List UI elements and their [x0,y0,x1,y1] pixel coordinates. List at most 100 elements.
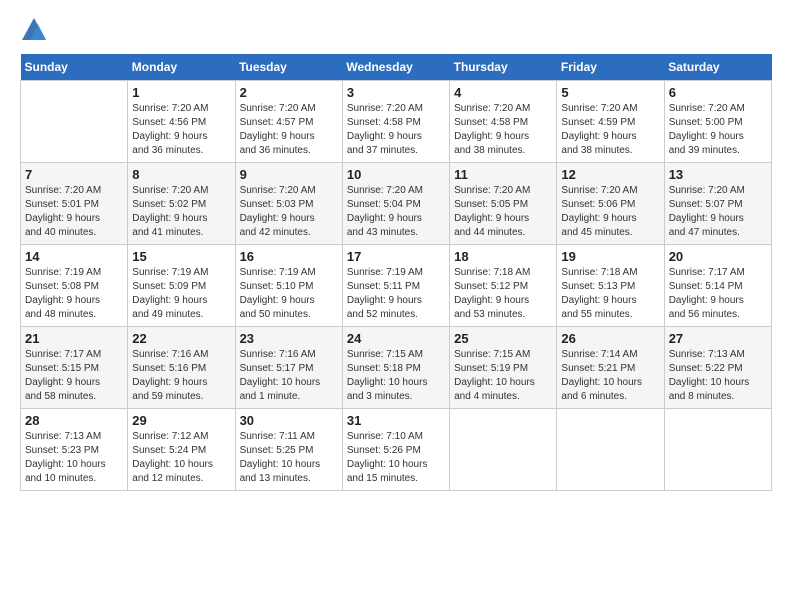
calendar-cell: 6 Sunrise: 7:20 AM Sunset: 5:00 PM Daylig… [664,81,771,163]
calendar-week-row: 14 Sunrise: 7:19 AM Sunset: 5:08 PM Dayli… [21,245,772,327]
day-number: 10 [347,167,445,182]
weekday-header-cell: Saturday [664,54,771,81]
day-number: 2 [240,85,338,100]
logo [20,16,52,44]
day-number: 25 [454,331,552,346]
calendar-table: SundayMondayTuesdayWednesdayThursdayFrid… [20,54,772,491]
day-info: Sunrise: 7:13 AM Sunset: 5:22 PM Dayligh… [669,348,767,404]
day-number: 18 [454,249,552,264]
day-number: 12 [561,167,659,182]
day-info: Sunrise: 7:20 AM Sunset: 5:02 PM Dayligh… [132,184,230,240]
day-info: Sunrise: 7:20 AM Sunset: 5:03 PM Dayligh… [240,184,338,240]
day-number: 21 [25,331,123,346]
calendar-cell: 29 Sunrise: 7:12 AM Sunset: 5:24 PM Dayli… [128,409,235,491]
day-number: 14 [25,249,123,264]
day-number: 27 [669,331,767,346]
day-number: 29 [132,413,230,428]
header [20,16,772,44]
day-number: 22 [132,331,230,346]
day-info: Sunrise: 7:19 AM Sunset: 5:10 PM Dayligh… [240,266,338,322]
calendar-cell: 22Sunrise: 7:16 AM Sunset: 5:16 PM Dayli… [128,327,235,409]
logo-icon [20,16,48,44]
calendar-cell: 7Sunrise: 7:20 AM Sunset: 5:01 PM Daylig… [21,163,128,245]
calendar-cell: 3 Sunrise: 7:20 AM Sunset: 4:58 PM Daylig… [342,81,449,163]
calendar-cell: 13 Sunrise: 7:20 AM Sunset: 5:07 PM Dayli… [664,163,771,245]
day-number: 9 [240,167,338,182]
day-info: Sunrise: 7:12 AM Sunset: 5:24 PM Dayligh… [132,430,230,486]
calendar-week-row: 28 Sunrise: 7:13 AM Sunset: 5:23 PM Dayli… [21,409,772,491]
day-info: Sunrise: 7:16 AM Sunset: 5:17 PM Dayligh… [240,348,338,404]
calendar-cell [557,409,664,491]
day-number: 13 [669,167,767,182]
calendar-cell: 12Sunrise: 7:20 AM Sunset: 5:06 PM Dayli… [557,163,664,245]
day-info: Sunrise: 7:15 AM Sunset: 5:19 PM Dayligh… [454,348,552,404]
calendar-week-row: 7Sunrise: 7:20 AM Sunset: 5:01 PM Daylig… [21,163,772,245]
day-number: 5 [561,85,659,100]
calendar-body: 1Sunrise: 7:20 AM Sunset: 4:56 PM Daylig… [21,81,772,491]
calendar-cell: 9 Sunrise: 7:20 AM Sunset: 5:03 PM Daylig… [235,163,342,245]
day-info: Sunrise: 7:20 AM Sunset: 4:58 PM Dayligh… [347,102,445,158]
day-info: Sunrise: 7:10 AM Sunset: 5:26 PM Dayligh… [347,430,445,486]
day-info: Sunrise: 7:20 AM Sunset: 4:59 PM Dayligh… [561,102,659,158]
day-info: Sunrise: 7:17 AM Sunset: 5:15 PM Dayligh… [25,348,123,404]
calendar-cell: 4 Sunrise: 7:20 AM Sunset: 4:58 PM Daylig… [450,81,557,163]
calendar-cell: 19 Sunrise: 7:18 AM Sunset: 5:13 PM Dayli… [557,245,664,327]
calendar-week-row: 21 Sunrise: 7:17 AM Sunset: 5:15 PM Dayli… [21,327,772,409]
calendar-cell: 11 Sunrise: 7:20 AM Sunset: 5:05 PM Dayli… [450,163,557,245]
calendar-cell: 18 Sunrise: 7:18 AM Sunset: 5:12 PM Dayli… [450,245,557,327]
weekday-header-cell: Wednesday [342,54,449,81]
calendar-cell: 16 Sunrise: 7:19 AM Sunset: 5:10 PM Dayli… [235,245,342,327]
day-number: 4 [454,85,552,100]
calendar-cell: 5 Sunrise: 7:20 AM Sunset: 4:59 PM Daylig… [557,81,664,163]
day-info: Sunrise: 7:13 AM Sunset: 5:23 PM Dayligh… [25,430,123,486]
weekday-header-cell: Thursday [450,54,557,81]
calendar-week-row: 1Sunrise: 7:20 AM Sunset: 4:56 PM Daylig… [21,81,772,163]
calendar-cell: 2 Sunrise: 7:20 AM Sunset: 4:57 PM Daylig… [235,81,342,163]
day-info: Sunrise: 7:19 AM Sunset: 5:08 PM Dayligh… [25,266,123,322]
calendar-cell: 28 Sunrise: 7:13 AM Sunset: 5:23 PM Dayli… [21,409,128,491]
weekday-header-cell: Tuesday [235,54,342,81]
day-info: Sunrise: 7:19 AM Sunset: 5:11 PM Dayligh… [347,266,445,322]
day-number: 20 [669,249,767,264]
calendar-cell: 20 Sunrise: 7:17 AM Sunset: 5:14 PM Dayli… [664,245,771,327]
weekday-header-cell: Monday [128,54,235,81]
day-info: Sunrise: 7:18 AM Sunset: 5:12 PM Dayligh… [454,266,552,322]
day-info: Sunrise: 7:18 AM Sunset: 5:13 PM Dayligh… [561,266,659,322]
calendar-cell: 30 Sunrise: 7:11 AM Sunset: 5:25 PM Dayli… [235,409,342,491]
day-number: 8 [132,167,230,182]
day-info: Sunrise: 7:20 AM Sunset: 5:04 PM Dayligh… [347,184,445,240]
calendar-cell: 8 Sunrise: 7:20 AM Sunset: 5:02 PM Daylig… [128,163,235,245]
day-info: Sunrise: 7:11 AM Sunset: 5:25 PM Dayligh… [240,430,338,486]
day-info: Sunrise: 7:20 AM Sunset: 5:07 PM Dayligh… [669,184,767,240]
day-number: 11 [454,167,552,182]
calendar-cell: 14 Sunrise: 7:19 AM Sunset: 5:08 PM Dayli… [21,245,128,327]
day-info: Sunrise: 7:20 AM Sunset: 5:00 PM Dayligh… [669,102,767,158]
day-number: 26 [561,331,659,346]
day-info: Sunrise: 7:20 AM Sunset: 4:58 PM Dayligh… [454,102,552,158]
day-number: 3 [347,85,445,100]
day-info: Sunrise: 7:20 AM Sunset: 5:01 PM Dayligh… [25,184,123,240]
weekday-header-cell: Sunday [21,54,128,81]
weekday-header-cell: Friday [557,54,664,81]
calendar-cell: 26 Sunrise: 7:14 AM Sunset: 5:21 PM Dayli… [557,327,664,409]
calendar-cell: 17Sunrise: 7:19 AM Sunset: 5:11 PM Dayli… [342,245,449,327]
day-number: 6 [669,85,767,100]
day-number: 30 [240,413,338,428]
day-number: 19 [561,249,659,264]
calendar-cell: 23 Sunrise: 7:16 AM Sunset: 5:17 PM Dayli… [235,327,342,409]
weekday-header-row: SundayMondayTuesdayWednesdayThursdayFrid… [21,54,772,81]
day-number: 28 [25,413,123,428]
day-info: Sunrise: 7:20 AM Sunset: 4:57 PM Dayligh… [240,102,338,158]
day-info: Sunrise: 7:20 AM Sunset: 5:05 PM Dayligh… [454,184,552,240]
calendar-cell [450,409,557,491]
day-number: 31 [347,413,445,428]
day-info: Sunrise: 7:14 AM Sunset: 5:21 PM Dayligh… [561,348,659,404]
calendar-cell: 1Sunrise: 7:20 AM Sunset: 4:56 PM Daylig… [128,81,235,163]
calendar-cell: 27 Sunrise: 7:13 AM Sunset: 5:22 PM Dayli… [664,327,771,409]
day-info: Sunrise: 7:20 AM Sunset: 4:56 PM Dayligh… [132,102,230,158]
calendar-cell: 31 Sunrise: 7:10 AM Sunset: 5:26 PM Dayli… [342,409,449,491]
day-number: 15 [132,249,230,264]
day-info: Sunrise: 7:17 AM Sunset: 5:14 PM Dayligh… [669,266,767,322]
day-number: 16 [240,249,338,264]
day-number: 23 [240,331,338,346]
